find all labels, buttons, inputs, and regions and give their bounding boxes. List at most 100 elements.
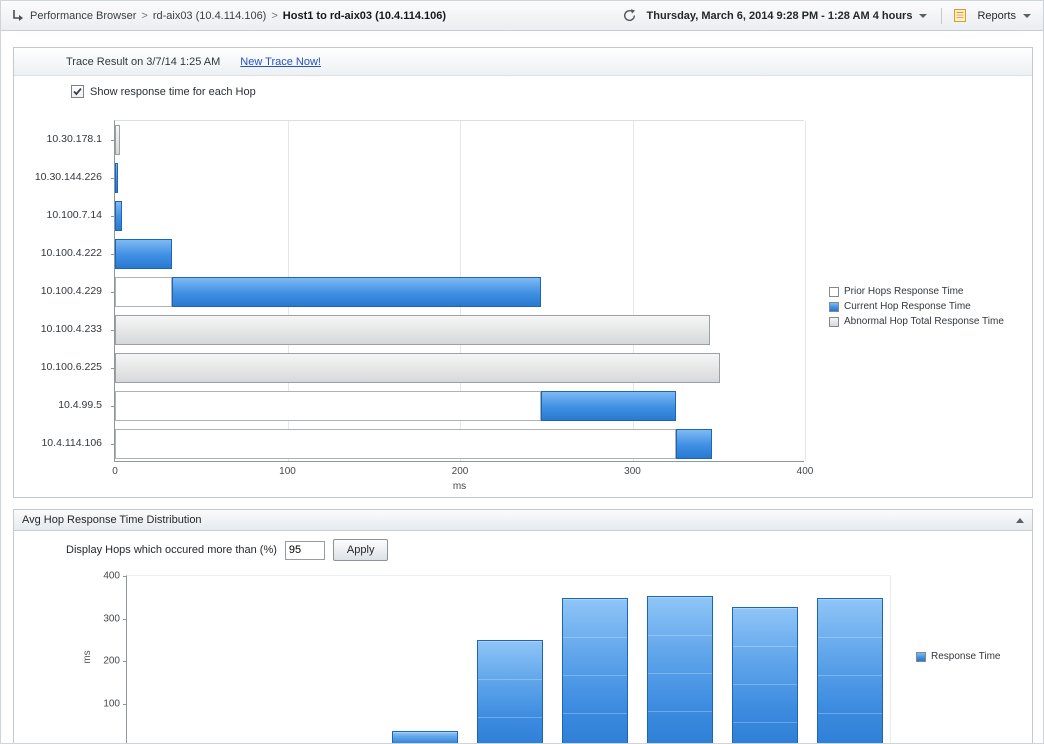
hop-bar-row — [115, 315, 804, 345]
prior-hops-bar[interactable] — [115, 391, 541, 421]
hop-bar-row — [115, 391, 804, 421]
distribution-filter-controls: Display Hops which occured more than (%)… — [66, 539, 388, 561]
legend-swatch — [916, 652, 926, 662]
hop-bar-row — [115, 125, 804, 155]
hop-chart-legend: Prior Hops Response Time Current Hop Resp… — [829, 286, 1004, 327]
distribution-panel-header[interactable]: Avg Hop Response Time Distribution — [14, 510, 1032, 531]
response-time-bar[interactable] — [477, 640, 543, 744]
hop-chart-plot: ms 0100200300400 — [114, 120, 804, 462]
breadcrumb-current-page: Host1 to rd-aix03 (10.4.114.106) — [283, 10, 446, 22]
hop-category-label: 10.100.7.14 — [47, 196, 102, 234]
breadcrumb-separator: > — [141, 10, 147, 22]
hop-category-label: 10.30.144.226 — [35, 158, 102, 196]
response-time-bar[interactable] — [392, 731, 458, 744]
hop-category-label: 10.100.4.233 — [41, 310, 102, 348]
prior-hops-bar[interactable] — [115, 429, 676, 459]
gridline — [805, 121, 806, 461]
hop-bar-row — [115, 277, 804, 307]
hop-category-label: 10.4.114.106 — [41, 424, 102, 462]
response-time-bar[interactable] — [732, 607, 798, 744]
chevron-down-icon[interactable] — [1023, 14, 1031, 18]
hop-category-label: 10.30.178.1 — [47, 120, 102, 158]
legend-swatch — [829, 317, 839, 327]
legend-item: Current Hop Response Time — [829, 301, 1004, 312]
response-time-bar[interactable] — [562, 598, 628, 744]
time-range-label[interactable]: Thursday, March 6, 2014 9:28 PM - 1:28 A… — [647, 10, 913, 22]
prior-hops-bar[interactable] — [115, 277, 172, 307]
legend-item: Response Time — [916, 651, 1000, 662]
legend-item: Abnormal Hop Total Response Time — [829, 316, 1004, 327]
current-hop-bar[interactable] — [172, 277, 541, 307]
x-tick-label: 100 — [279, 466, 296, 477]
chevron-down-icon[interactable] — [919, 14, 927, 18]
abnormal-hop-bar[interactable] — [115, 353, 720, 383]
breadcrumb-separator: > — [271, 10, 277, 22]
y-tick-mark — [123, 661, 127, 662]
legend-swatch — [829, 302, 839, 312]
breadcrumb-performance-browser[interactable]: Performance Browser — [30, 10, 136, 22]
legend-swatch — [829, 287, 839, 297]
hop-response-time-chart: 10.30.178.110.30.144.22610.100.7.1410.10… — [14, 118, 1032, 493]
x-axis-unit-label: ms — [453, 481, 466, 492]
trace-panel-header: Trace Result on 3/7/14 1:25 AM New Trace… — [14, 48, 1032, 76]
legend-label: Response Time — [931, 651, 1000, 662]
current-hop-bar[interactable] — [676, 429, 712, 459]
response-time-distribution-chart: ms 100200300400 Response Time — [14, 567, 1032, 744]
current-hop-bar[interactable] — [115, 239, 172, 269]
legend-item: Prior Hops Response Time — [829, 286, 1004, 297]
checkbox-checked-icon[interactable] — [71, 85, 84, 98]
response-time-bar[interactable] — [817, 598, 883, 744]
reports-icon[interactable] — [954, 9, 966, 22]
x-tick-label: 400 — [797, 466, 814, 477]
abnormal-hop-bar[interactable] — [115, 315, 710, 345]
reports-label[interactable]: Reports — [977, 10, 1016, 22]
y-tick-label: 100 — [103, 698, 120, 709]
response-time-bar[interactable] — [647, 596, 713, 744]
top-toolbar: Performance Browser > rd-aix03 (10.4.114… — [1, 1, 1043, 31]
dist-chart-plot: ms 100200300400 — [126, 575, 891, 744]
breadcrumb-host[interactable]: rd-aix03 (10.4.114.106) — [153, 10, 267, 22]
current-hop-bar[interactable] — [541, 391, 676, 421]
hop-category-label: 10.100.6.225 — [41, 348, 102, 386]
performance-browser-window: Performance Browser > rd-aix03 (10.4.114… — [0, 0, 1044, 744]
y-tick-label: 300 — [103, 613, 120, 624]
time-range-icon[interactable] — [623, 9, 636, 22]
y-tick-mark — [123, 576, 127, 577]
x-tick-label: 0 — [112, 466, 118, 477]
y-axis-unit-label: ms — [82, 650, 93, 663]
toolbar-right-group: Thursday, March 6, 2014 9:28 PM - 1:28 A… — [623, 8, 1033, 24]
hop-category-label: 10.100.4.229 — [41, 272, 102, 310]
legend-label: Abnormal Hop Total Response Time — [844, 316, 1004, 327]
collapse-panel-icon[interactable] — [1016, 518, 1024, 523]
trace-result-title: Trace Result on 3/7/14 1:25 AM — [66, 56, 220, 68]
hop-bar-row — [115, 429, 804, 459]
distribution-panel: Avg Hop Response Time Distribution Displ… — [13, 509, 1033, 744]
current-hop-bar[interactable] — [115, 201, 122, 231]
y-tick-mark — [123, 619, 127, 620]
hop-category-label: 10.4.99.5 — [58, 386, 102, 424]
hop-bar-row — [115, 163, 804, 193]
current-hop-bar[interactable] — [115, 163, 118, 193]
toolbar-divider — [941, 8, 942, 24]
hop-category-label: 10.100.4.222 — [41, 234, 102, 272]
x-tick-label: 300 — [624, 466, 641, 477]
hop-bar-row — [115, 353, 804, 383]
show-response-time-checkbox-row[interactable]: Show response time for each Hop — [71, 85, 256, 98]
y-tick-label: 400 — [103, 571, 120, 582]
distribution-panel-title: Avg Hop Response Time Distribution — [22, 514, 202, 526]
new-trace-now-link[interactable]: New Trace Now! — [240, 56, 321, 68]
performance-browser-icon — [11, 9, 24, 22]
checkbox-label: Show response time for each Hop — [90, 86, 256, 98]
percent-filter-label: Display Hops which occured more than (%) — [66, 544, 277, 556]
dist-chart-legend: Response Time — [916, 651, 1000, 662]
y-tick-mark — [123, 704, 127, 705]
trace-result-panel: Trace Result on 3/7/14 1:25 AM New Trace… — [13, 47, 1033, 498]
y-tick-label: 200 — [103, 656, 120, 667]
hop-bar-row — [115, 201, 804, 231]
hop-bar-row — [115, 239, 804, 269]
abnormal-hop-bar[interactable] — [115, 125, 120, 155]
apply-button[interactable]: Apply — [333, 539, 389, 561]
percent-filter-input[interactable] — [285, 541, 325, 560]
hop-chart-categories: 10.30.178.110.30.144.22610.100.7.1410.10… — [14, 120, 108, 462]
legend-label: Current Hop Response Time — [844, 301, 971, 312]
